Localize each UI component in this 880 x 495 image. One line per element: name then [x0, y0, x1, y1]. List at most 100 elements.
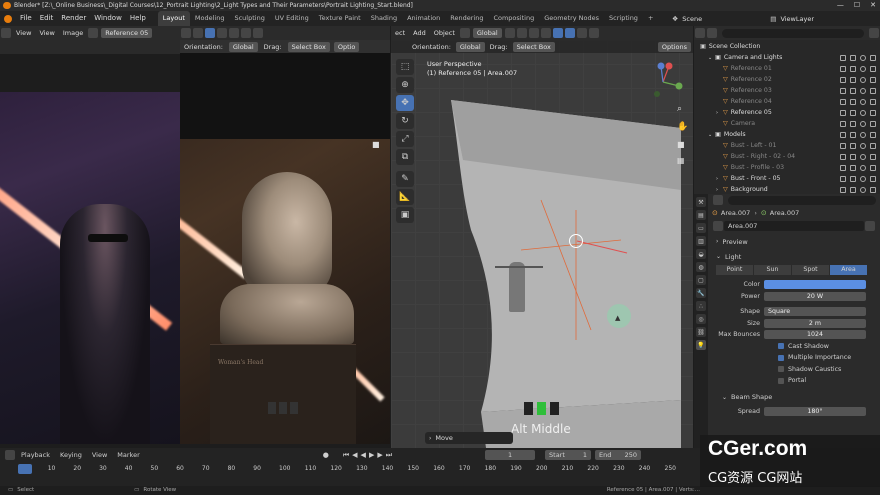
record-icon[interactable]: ● — [323, 451, 329, 459]
shape-dropdown[interactable]: Square — [764, 307, 866, 317]
checkbox-row[interactable]: Cast Shadow — [694, 341, 880, 353]
annotate-tool-icon[interactable]: ✎ — [396, 171, 414, 187]
view-layer-tab-icon[interactable]: ▥ — [696, 236, 706, 246]
pivot-icon[interactable] — [504, 28, 515, 38]
camera-icon[interactable] — [870, 65, 876, 72]
menu-file[interactable]: File — [16, 11, 36, 26]
timeline-editor-icon[interactable] — [5, 450, 15, 460]
outliner-root[interactable]: ▣ Scene Collection — [694, 41, 880, 52]
light-type-sun[interactable]: Sun — [754, 265, 791, 275]
outliner-filter-icon[interactable] — [869, 28, 879, 38]
properties-search-input[interactable] — [728, 195, 876, 205]
light-type-point[interactable]: Point — [716, 265, 753, 275]
select-arrow-icon[interactable] — [850, 76, 856, 83]
output-tab-icon[interactable]: ▭ — [696, 223, 706, 233]
menu-timeline-view[interactable]: View — [87, 451, 112, 459]
tab-uv-editing[interactable]: UV Editing — [270, 11, 314, 26]
outliner-search-input[interactable] — [722, 28, 864, 38]
add-workspace-icon[interactable]: + — [643, 11, 658, 26]
tool-tab-icon[interactable]: ⚒ — [696, 197, 706, 207]
eye-icon[interactable] — [860, 98, 866, 105]
menu-view[interactable]: View — [12, 26, 35, 40]
viewport-grid-icon[interactable]: ▦ — [677, 156, 685, 165]
camera-icon[interactable] — [870, 87, 876, 94]
outliner-item[interactable]: ▽ Reference 04 — [694, 96, 880, 107]
checkbox[interactable] — [778, 366, 784, 373]
outliner-item[interactable]: › ▽ Reference 05 — [694, 107, 880, 118]
checkbox-icon[interactable] — [840, 186, 846, 193]
move-tool-icon[interactable]: ✥ — [396, 95, 414, 111]
menu-render[interactable]: Render — [57, 11, 90, 26]
close-icon[interactable]: ✕ — [870, 0, 876, 11]
transform-tool-icon[interactable]: ⧉ — [396, 149, 414, 165]
outliner-item[interactable]: ▽ Camera — [694, 118, 880, 129]
eye-icon[interactable] — [860, 164, 866, 171]
tab-sculpting[interactable]: Sculpting — [229, 11, 269, 26]
camera-icon[interactable] — [870, 131, 876, 138]
image-browse-icon[interactable] — [88, 28, 99, 38]
playhead[interactable] — [18, 464, 32, 474]
tab-geometry-nodes[interactable]: Geometry Nodes — [539, 11, 604, 26]
tab-rendering[interactable]: Rendering — [445, 11, 488, 26]
checkbox-row[interactable]: Shadow Caustics — [694, 364, 880, 376]
menu-help[interactable]: Help — [126, 11, 150, 26]
tab-modeling[interactable]: Modeling — [190, 11, 230, 26]
outliner-item[interactable]: ▽ Bust - Profile - 03 — [694, 162, 880, 173]
light-type-spot[interactable]: Spot — [792, 265, 829, 275]
preview-panel-header[interactable]: › Preview — [694, 235, 880, 248]
eye-icon[interactable] — [860, 142, 866, 149]
proportional-icon-2[interactable] — [528, 28, 539, 38]
expand-arrow-icon[interactable]: › — [716, 187, 723, 193]
drag-dropdown[interactable]: Select Box — [287, 41, 330, 52]
last-operator-panel[interactable]: › Move — [425, 432, 513, 444]
checkbox-icon[interactable] — [840, 65, 846, 72]
menu-view-2[interactable]: View — [35, 26, 58, 40]
global-orientation-dropdown[interactable]: Global — [472, 28, 502, 38]
end-frame-field[interactable]: End 250 — [595, 450, 642, 460]
camera-icon[interactable] — [870, 153, 876, 160]
physics-tab-icon[interactable]: ◎ — [696, 314, 706, 324]
eye-icon[interactable] — [860, 54, 866, 61]
checkbox-icon[interactable] — [840, 54, 846, 61]
shading-wire-icon[interactable] — [217, 28, 227, 38]
select-arrow-icon[interactable] — [850, 142, 856, 149]
viewport-pan-icon[interactable]: ✋ — [677, 122, 688, 132]
menu-object[interactable]: Object — [430, 26, 459, 40]
beam-shape-header[interactable]: ⌄ Beam Shape — [694, 391, 880, 404]
select-arrow-icon[interactable] — [850, 175, 856, 182]
outliner-item[interactable]: ▽ Reference 01 — [694, 63, 880, 74]
checkbox-icon[interactable] — [840, 153, 846, 160]
start-frame-field[interactable]: Start 1 — [545, 450, 592, 460]
tab-animation[interactable]: Animation — [402, 11, 445, 26]
outliner-mode-icon[interactable] — [707, 28, 717, 38]
shading-render-icon[interactable] — [253, 28, 263, 38]
checkbox-icon[interactable] — [840, 87, 846, 94]
camera-icon[interactable] — [870, 98, 876, 105]
checkbox-icon[interactable] — [840, 142, 846, 149]
modifier-tab-icon[interactable]: 🔧 — [696, 288, 706, 298]
checkbox-icon[interactable] — [840, 164, 846, 171]
expand-arrow-icon[interactable]: › — [716, 176, 723, 182]
outliner-item[interactable]: ⌄ ▣ Models — [694, 129, 880, 140]
camera-icon[interactable] — [870, 76, 876, 83]
measure-tool-icon[interactable]: 📐 — [396, 189, 414, 205]
camera-icon[interactable] — [870, 175, 876, 182]
camera-icon[interactable] — [870, 142, 876, 149]
shading-solid-icon-2[interactable] — [576, 28, 587, 38]
eye-icon[interactable] — [860, 175, 866, 182]
checkbox[interactable] — [778, 377, 784, 384]
checkbox-icon[interactable] — [840, 98, 846, 105]
3d-viewport[interactable]: Orientation: Global Drag: Select Box Opt… — [391, 40, 693, 448]
menu-keying[interactable]: Keying — [55, 451, 87, 459]
visibility-icon[interactable] — [540, 28, 551, 38]
particles-tab-icon[interactable]: ∴ — [696, 301, 706, 311]
select-arrow-icon[interactable] — [850, 131, 856, 138]
scene-selector[interactable]: ❖ Scene ▤ ViewLayer — [672, 13, 814, 24]
object-tab-icon[interactable]: ▢ — [696, 275, 706, 285]
snap-icon-2[interactable] — [516, 28, 527, 38]
expand-arrow-icon[interactable]: ⌄ — [708, 132, 715, 138]
proportional-icon[interactable] — [193, 28, 203, 38]
xray-toggle-icon[interactable] — [564, 28, 575, 38]
scene-tab-icon[interactable]: ◒ — [696, 249, 706, 259]
bust-model[interactable] — [509, 262, 525, 312]
